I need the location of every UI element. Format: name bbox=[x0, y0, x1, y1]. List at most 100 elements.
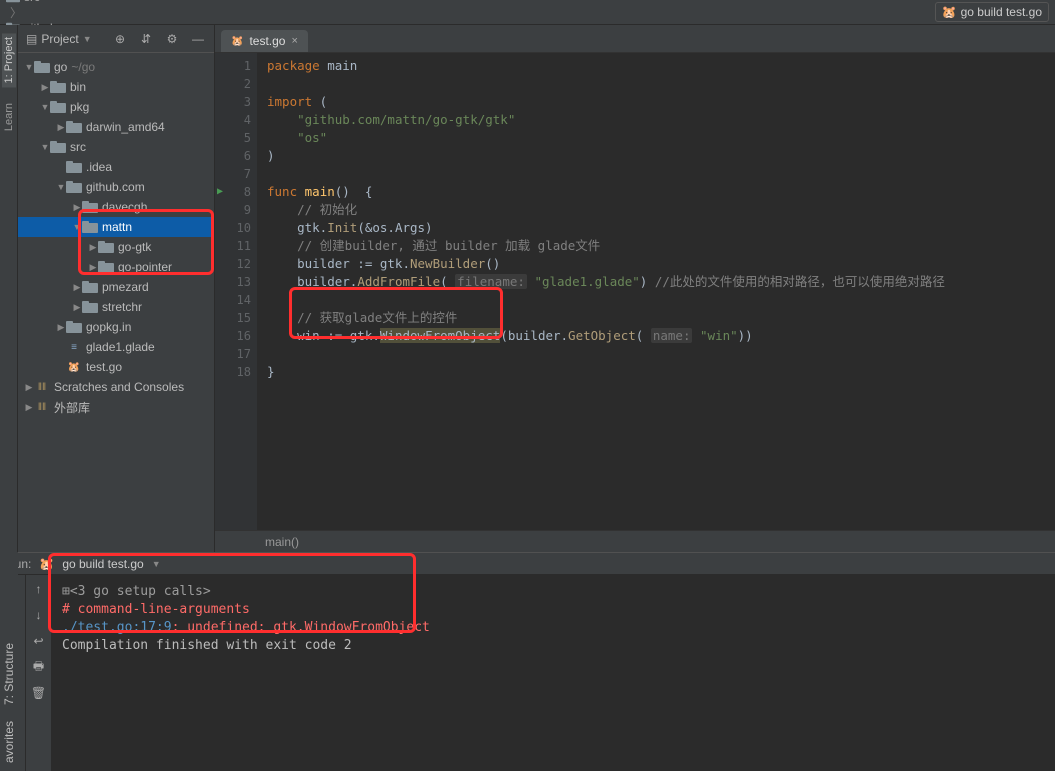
console-output[interactable]: ⊞<3 go setup calls># command-line-argume… bbox=[52, 575, 1055, 771]
tree-item[interactable]: ‖‖Scratches and Consoles bbox=[18, 377, 214, 397]
tree-item[interactable]: ≡glade1.glade bbox=[18, 337, 214, 357]
folder-icon bbox=[82, 220, 98, 234]
tree-arrow-icon[interactable] bbox=[40, 82, 50, 93]
trash-icon[interactable]: 🗑 bbox=[31, 685, 47, 701]
tree-arrow-icon[interactable] bbox=[56, 182, 66, 192]
folder-icon bbox=[82, 200, 98, 214]
tree-item-label: davecgh bbox=[102, 200, 147, 214]
tree-arrow-icon[interactable] bbox=[40, 102, 50, 112]
tree-arrow-icon[interactable] bbox=[72, 302, 82, 313]
tree-arrow-icon[interactable] bbox=[72, 202, 82, 213]
code-line[interactable]: gtk.Init(&os.Args) bbox=[267, 219, 1055, 237]
code-line[interactable]: // 获取glade文件上的控件 bbox=[267, 309, 1055, 327]
side-tab-favorites[interactable]: avorites bbox=[2, 721, 16, 763]
code-line[interactable] bbox=[267, 291, 1055, 309]
code-line[interactable] bbox=[267, 165, 1055, 183]
tree-item-label: .idea bbox=[86, 160, 112, 174]
tree-item-label: glade1.glade bbox=[86, 340, 155, 354]
project-view-label[interactable]: Project bbox=[41, 32, 78, 46]
code-line[interactable]: func main() { bbox=[267, 183, 1055, 201]
tree-item-label: go-gtk bbox=[118, 240, 151, 254]
tree-item[interactable]: go~/go bbox=[18, 57, 214, 77]
run-gutter-icon[interactable]: ▶ bbox=[217, 183, 223, 201]
tree-item[interactable]: gopkg.in bbox=[18, 317, 214, 337]
run-toolbar-secondary: ↑ ↓ ↩ 🖶 🗑 bbox=[26, 575, 52, 771]
chevron-down-icon[interactable]: ▼ bbox=[83, 34, 92, 44]
code-line[interactable]: builder.AddFromFile( filename: "glade1.g… bbox=[267, 273, 1055, 291]
tree-item-label: darwin_amd64 bbox=[86, 120, 165, 134]
tree-arrow-icon[interactable] bbox=[88, 242, 98, 253]
code-line[interactable]: ) bbox=[267, 147, 1055, 165]
tree-item-label: bin bbox=[70, 80, 86, 94]
editor-breadcrumb[interactable]: main() bbox=[215, 530, 1055, 552]
code-line[interactable]: "github.com/mattn/go-gtk/gtk" bbox=[267, 111, 1055, 129]
print-icon[interactable]: 🖶 bbox=[31, 659, 47, 675]
tree-arrow-icon[interactable] bbox=[56, 322, 66, 333]
side-tab-project[interactable]: 1: Project bbox=[2, 33, 16, 87]
tree-item[interactable]: stretchr bbox=[18, 297, 214, 317]
tree-item[interactable]: go-gtk bbox=[18, 237, 214, 257]
chevron-down-icon[interactable]: ▼ bbox=[152, 559, 161, 569]
chevron-right-icon: 〉 bbox=[10, 6, 22, 20]
tree-item[interactable]: davecgh bbox=[18, 197, 214, 217]
run-config-name[interactable]: go build test.go bbox=[62, 557, 143, 571]
code-line[interactable]: import ( bbox=[267, 93, 1055, 111]
tree-item[interactable]: mattn bbox=[18, 217, 214, 237]
tree-item[interactable]: 🐹test.go bbox=[18, 357, 214, 377]
folder-icon bbox=[98, 260, 114, 274]
tree-item[interactable]: pmezard bbox=[18, 277, 214, 297]
tree-item[interactable]: pkg bbox=[18, 97, 214, 117]
code-line[interactable]: } bbox=[267, 363, 1055, 381]
tree-item[interactable]: .idea bbox=[18, 157, 214, 177]
close-icon[interactable]: × bbox=[291, 35, 297, 47]
console-line: Compilation finished with exit code 2 bbox=[62, 637, 1045, 655]
code-line[interactable]: // 创建builder, 通过 builder 加载 glade文件 bbox=[267, 237, 1055, 255]
go-file-icon: 🐹 bbox=[66, 360, 82, 374]
code-line[interactable] bbox=[267, 75, 1055, 93]
tree-arrow-icon[interactable] bbox=[72, 222, 82, 232]
tree-item[interactable]: github.com bbox=[18, 177, 214, 197]
tree-arrow-icon[interactable] bbox=[40, 142, 50, 152]
project-view-icon: ▤ bbox=[26, 32, 37, 46]
project-toolbar: ▤ Project ▼ ⊕ ⇵ ⚙ — bbox=[18, 25, 214, 53]
go-icon: 🐹 bbox=[231, 36, 243, 47]
code-line[interactable] bbox=[267, 345, 1055, 363]
code-content[interactable]: package main import ( "github.com/mattn/g… bbox=[257, 53, 1055, 530]
tree-item[interactable]: darwin_amd64 bbox=[18, 117, 214, 137]
tree-arrow-icon[interactable] bbox=[56, 122, 66, 133]
locate-icon[interactable]: ⊕ bbox=[112, 31, 128, 47]
code-line[interactable]: "os" bbox=[267, 129, 1055, 147]
code-line[interactable]: // 初始化 bbox=[267, 201, 1055, 219]
breadcrumb: go〉src〉github.com〉mattn 🐹 go build test.… bbox=[0, 0, 1055, 25]
code-editor[interactable]: 12345678▶9101112131415161718 package mai… bbox=[215, 53, 1055, 530]
tree-arrow-icon[interactable] bbox=[88, 262, 98, 273]
library-icon: ‖‖ bbox=[34, 400, 50, 414]
run-config-selector[interactable]: 🐹 go build test.go bbox=[935, 2, 1049, 22]
scroll-up-icon[interactable]: ↑ bbox=[31, 581, 47, 597]
tree-arrow-icon[interactable] bbox=[24, 62, 34, 72]
project-tree[interactable]: go~/go bin pkg darwin_amd64src .idea github.c… bbox=[18, 53, 214, 552]
scroll-down-icon[interactable]: ↓ bbox=[31, 607, 47, 623]
side-tab-learn[interactable]: Learn bbox=[3, 103, 15, 131]
tree-item-label: go-pointer bbox=[118, 260, 172, 274]
tree-arrow-icon[interactable] bbox=[24, 402, 34, 413]
side-tab-structure[interactable]: 7: Structure bbox=[2, 643, 16, 705]
tree-item[interactable]: go-pointer bbox=[18, 257, 214, 277]
tree-item[interactable]: ‖‖外部库 bbox=[18, 397, 214, 417]
tree-arrow-icon[interactable] bbox=[24, 382, 34, 393]
code-line[interactable]: win := gtk.WindowFromObject(builder.GetO… bbox=[267, 327, 1055, 345]
tree-item[interactable]: bin bbox=[18, 77, 214, 97]
gear-icon[interactable]: ⚙ bbox=[164, 31, 180, 47]
folder-icon bbox=[82, 280, 98, 294]
folder-icon bbox=[66, 160, 82, 174]
soft-wrap-icon[interactable]: ↩ bbox=[31, 633, 47, 649]
editor-tab-test-go[interactable]: 🐹 test.go × bbox=[221, 30, 308, 52]
tree-item-label: github.com bbox=[86, 180, 145, 194]
code-line[interactable]: builder := gtk.NewBuilder() bbox=[267, 255, 1055, 273]
collapse-icon[interactable]: ⇵ bbox=[138, 31, 154, 47]
tree-item[interactable]: src bbox=[18, 137, 214, 157]
code-line[interactable]: package main bbox=[267, 57, 1055, 75]
hide-icon[interactable]: — bbox=[190, 31, 206, 47]
tree-arrow-icon[interactable] bbox=[72, 282, 82, 293]
breadcrumb-item[interactable]: src bbox=[6, 0, 83, 4]
